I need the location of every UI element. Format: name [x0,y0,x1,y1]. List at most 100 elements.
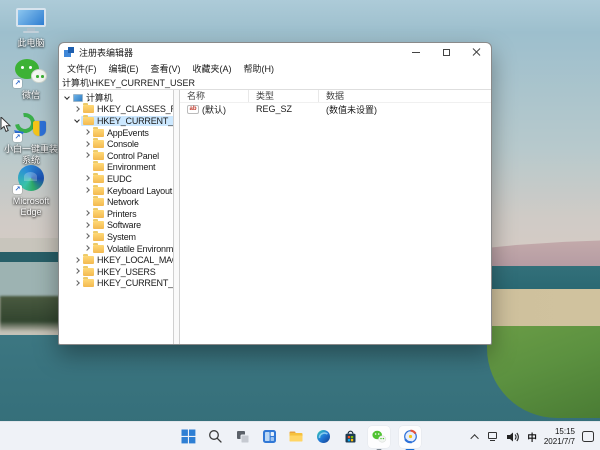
wallpaper-haze-left [0,262,58,298]
collapsed-chevron-icon[interactable] [83,152,91,160]
tree-item-EUDC[interactable]: EUDC [59,173,173,185]
xiaobai-icon [403,429,418,444]
desktop-icon-wechat[interactable]: ↗ 微信 [4,58,58,101]
task-view-button[interactable] [233,426,251,448]
widgets-icon [262,429,277,444]
tree-item-计算机[interactable]: 计算机 [59,92,173,104]
tree-item-Volatile Environment[interactable]: Volatile Environment [59,243,173,255]
tree-item-System[interactable]: System [59,231,173,243]
tree-item-HKEY_CLASSES_ROOT[interactable]: HKEY_CLASSES_ROOT [59,104,173,116]
maximize-button[interactable] [431,43,461,61]
shortcut-arrow-icon: ↗ [13,185,22,194]
file-explorer-button[interactable] [287,426,305,448]
window-titlebar[interactable]: 注册表编辑器 [59,43,491,61]
tree-item-label: Software [107,220,141,230]
tree-item-Keyboard Layout[interactable]: Keyboard Layout [59,185,173,197]
address-bar[interactable]: 计算机\HKEY_CURRENT_USER [59,75,491,90]
string-value-icon: ab [187,105,199,114]
registry-tree: 计算机HKEY_CLASSES_ROOTHKEY_CURRENT_USERApp… [59,90,173,344]
menu-item-4[interactable]: 帮助(H) [238,62,281,75]
collapsed-chevron-icon[interactable] [73,268,81,276]
tree-item-label: HKEY_CURRENT_CONFIG [97,278,173,288]
value-type: REG_SZ [249,104,319,114]
value-list: 名称类型数据 ab(默认) REG_SZ(数值未设置) [180,90,491,344]
tree-item-AppEvents[interactable]: AppEvents [59,127,173,139]
taskbar-clock[interactable]: 15:15 2021/7/7 [544,427,575,446]
desktop-icon-edge[interactable]: ↗ Microsoft Edge [4,164,58,217]
widgets-button[interactable] [260,426,278,448]
search-button[interactable] [206,426,224,448]
desktop-icon-this-pc[interactable]: 此电脑 [4,6,58,49]
tree-item-label: HKEY_CLASSES_ROOT [97,104,173,114]
close-icon [472,48,480,56]
folder-icon [83,256,94,264]
collapsed-chevron-icon[interactable] [83,129,91,137]
ime-indicator[interactable]: 中 [527,430,537,444]
collapsed-chevron-icon[interactable] [83,221,91,229]
expanded-chevron-icon[interactable] [73,117,81,125]
collapsed-chevron-icon[interactable] [83,175,91,183]
collapsed-chevron-icon[interactable] [83,140,91,148]
collapsed-chevron-icon[interactable] [73,279,81,287]
tree-item-Printers[interactable]: Printers [59,208,173,220]
microsoft-store-button[interactable] [341,426,359,448]
close-button[interactable] [461,43,491,61]
collapsed-chevron-icon[interactable] [83,187,91,195]
value-row-(默认)[interactable]: ab(默认) REG_SZ(数值未设置) [180,103,491,115]
hidden-icons-chevron-icon[interactable] [471,434,479,442]
tree-item-label: Printers [107,209,136,219]
value-data: (数值未设置) [319,103,491,116]
folder-icon [93,210,104,218]
expanded-chevron-icon[interactable] [63,94,71,102]
collapsed-chevron-icon[interactable] [83,245,91,253]
mouse-cursor [0,117,12,133]
network-icon[interactable] [486,431,499,442]
tree-item-label: Environment [107,162,155,172]
menu-bar: 文件(F)编辑(E)查看(V)收藏夹(A)帮助(H) [59,61,491,75]
tree-item-label: Keyboard Layout [107,186,172,196]
windows-logo-icon [181,429,196,444]
menu-item-3[interactable]: 收藏夹(A) [187,62,238,75]
tree-item-Control Panel[interactable]: Control Panel [59,150,173,162]
menu-item-0[interactable]: 文件(F) [61,62,103,75]
menu-item-1[interactable]: 编辑(E) [103,62,145,75]
collapsed-chevron-icon[interactable] [73,105,81,113]
folder-icon [93,175,104,183]
tree-item-HKEY_CURRENT_USER[interactable]: HKEY_CURRENT_USER [59,115,173,127]
column-header-2[interactable]: 数据 [319,90,491,102]
tree-item-Software[interactable]: Software [59,220,173,232]
minimize-button[interactable] [401,43,431,61]
folder-icon [93,187,104,195]
edge-button[interactable] [314,426,332,448]
tree-item-Network[interactable]: Network [59,196,173,208]
menu-item-2[interactable]: 查看(V) [145,62,187,75]
tree-item-HKEY_USERS[interactable]: HKEY_USERS [59,266,173,278]
desktop-icon-xiaobai[interactable]: ↗ 小白一键重装系统 [4,112,58,165]
collapsed-chevron-icon[interactable] [83,233,91,241]
tree-item-Console[interactable]: Console [59,138,173,150]
volume-icon[interactable] [506,431,520,443]
column-header-1[interactable]: 类型 [249,90,319,102]
tree-item-HKEY_CURRENT_CONFIG[interactable]: HKEY_CURRENT_CONFIG [59,278,173,290]
collapsed-chevron-icon[interactable] [83,210,91,218]
minimize-icon [412,52,420,53]
xiaobai-taskbar-button[interactable] [399,426,421,448]
maximize-icon [443,49,450,56]
this-pc-icon [13,6,49,36]
value-name: (默认) [202,103,226,116]
folder-icon [93,140,104,148]
notification-center-icon[interactable] [582,431,594,442]
collapsed-chevron-icon[interactable] [73,256,81,264]
search-icon [208,429,223,444]
tree-item-Environment[interactable]: Environment [59,162,173,174]
wechat-taskbar-button[interactable] [368,426,390,448]
list-rows: ab(默认) REG_SZ(数值未设置) [180,103,491,115]
column-header-0[interactable]: 名称 [180,90,249,102]
tree-item-HKEY_LOCAL_MACHINE[interactable]: HKEY_LOCAL_MACHINE [59,254,173,266]
desktop-icon-label: 微信 [4,90,58,101]
shortcut-arrow-icon: ↗ [13,133,22,142]
tree-scrollbar[interactable] [173,90,180,344]
tree-item-label: HKEY_USERS [97,267,156,277]
start-button[interactable] [179,426,197,448]
edge-icon [316,429,331,444]
